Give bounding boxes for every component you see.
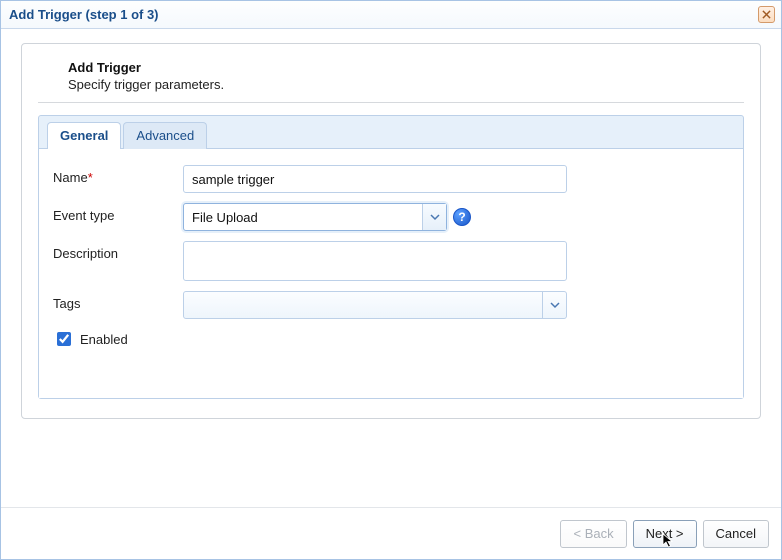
close-icon — [762, 10, 771, 19]
close-button[interactable] — [758, 6, 775, 23]
tags-dropdown-trigger[interactable] — [542, 292, 566, 318]
dialog-body: Add Trigger Specify trigger parameters. … — [1, 29, 781, 507]
divider — [38, 102, 744, 103]
event-type-help-icon[interactable]: ? — [453, 208, 471, 226]
label-name: Name* — [53, 165, 183, 185]
description-input[interactable] — [183, 241, 567, 281]
wizard-panel: Add Trigger Specify trigger parameters. … — [21, 43, 761, 419]
label-description: Description — [53, 241, 183, 261]
row-event-type: Event type ? — [53, 203, 729, 231]
next-button-label: Next > — [646, 526, 684, 541]
tab-content-general: Name* Event type — [39, 148, 743, 398]
chevron-down-icon — [430, 212, 440, 222]
dialog-footer: < Back Next > Cancel — [1, 507, 781, 559]
panel-title: Add Trigger — [68, 60, 744, 75]
next-button[interactable]: Next > — [633, 520, 697, 548]
event-type-combo[interactable] — [183, 203, 447, 231]
name-input[interactable] — [183, 165, 567, 193]
tabstrip: General Advanced — [39, 116, 743, 148]
tab-advanced[interactable]: Advanced — [123, 122, 207, 149]
row-tags: Tags — [53, 291, 729, 319]
dialog-header: Add Trigger (step 1 of 3) — [1, 1, 781, 29]
panel-heading: Add Trigger Specify trigger parameters. — [38, 54, 744, 100]
dialog-title: Add Trigger (step 1 of 3) — [9, 7, 159, 22]
tags-combo[interactable] — [183, 291, 567, 319]
tab-general[interactable]: General — [47, 122, 121, 149]
label-enabled[interactable]: Enabled — [80, 332, 128, 347]
enabled-checkbox[interactable] — [57, 332, 71, 346]
tags-input[interactable] — [184, 292, 542, 318]
label-event-type: Event type — [53, 203, 183, 223]
event-type-dropdown-trigger[interactable] — [422, 204, 446, 230]
label-tags: Tags — [53, 291, 183, 311]
row-enabled: Enabled — [53, 329, 729, 349]
tabs-container: General Advanced Name* Event type — [38, 115, 744, 399]
back-button: < Back — [560, 520, 626, 548]
row-name: Name* — [53, 165, 729, 193]
row-description: Description — [53, 241, 729, 281]
event-type-input[interactable] — [184, 204, 422, 230]
cancel-button[interactable]: Cancel — [703, 520, 769, 548]
panel-subtitle: Specify trigger parameters. — [68, 77, 744, 92]
required-indicator: * — [88, 170, 93, 185]
add-trigger-dialog: Add Trigger (step 1 of 3) Add Trigger Sp… — [0, 0, 782, 560]
chevron-down-icon — [550, 300, 560, 310]
